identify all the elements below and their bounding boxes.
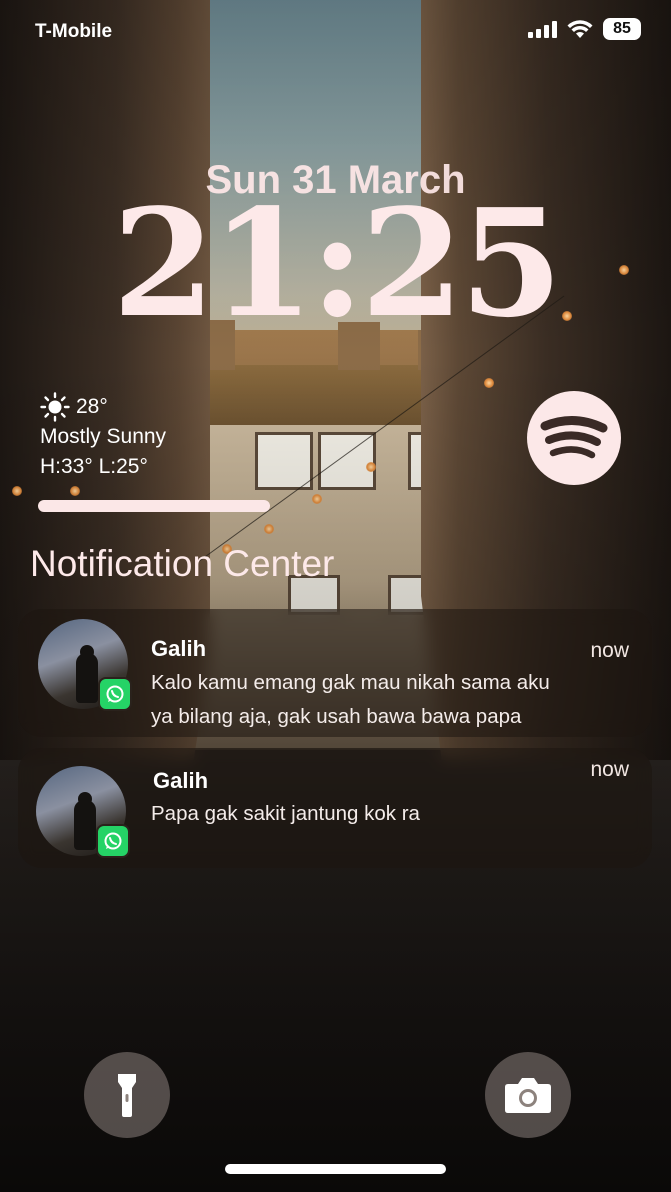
lock-screen-time: 21:25 [112, 176, 563, 350]
home-indicator[interactable] [225, 1164, 446, 1174]
camera-icon [505, 1078, 551, 1113]
notification-card[interactable]: Galih now Papa gak sakit jantung kok ra [18, 748, 652, 868]
weather-high-low: H:33° L:25° [40, 455, 148, 478]
notification-time: now [590, 758, 629, 781]
message-line: Kalo kamu emang gak mau nikah sama aku [151, 671, 550, 694]
whatsapp-icon [96, 824, 130, 858]
cellular-signal-icon [528, 20, 557, 38]
wifi-icon [567, 20, 593, 38]
sender-avatar [38, 619, 132, 711]
widget-progress-bar [38, 500, 270, 512]
weather-temperature: 28° [76, 395, 108, 418]
notification-card[interactable]: Galih now Kalo kamu emang gak mau nikah … [18, 609, 652, 737]
notification-time: now [590, 639, 629, 662]
flashlight-button[interactable] [84, 1052, 170, 1138]
weather-widget[interactable]: 28° Mostly Sunny H:33° L:25° [40, 392, 166, 482]
notification-center-title: Notification Center [30, 543, 335, 584]
camera-button[interactable] [485, 1052, 571, 1138]
spotify-widget[interactable] [527, 391, 621, 485]
weather-condition: Mostly Sunny [40, 425, 167, 448]
battery-indicator: 85 [603, 18, 641, 40]
flashlight-icon [118, 1074, 136, 1117]
whatsapp-icon [98, 677, 132, 711]
notification-message: Papa gak sakit jantung kok ra [151, 797, 631, 831]
notification-message: Kalo kamu emang gak mau nikah sama aku y… [151, 666, 631, 734]
spotify-icon [540, 416, 608, 459]
sun-icon [40, 392, 70, 422]
sender-avatar [36, 766, 130, 858]
carrier-label: T-Mobile [35, 21, 113, 42]
notification-sender: Galih [153, 768, 209, 793]
status-icons: 85 [528, 18, 641, 40]
message-line: Papa gak sakit jantung kok ra [151, 802, 420, 825]
message-line: ya bilang aja, gak usah bawa bawa papa [151, 705, 522, 728]
notification-sender: Galih [151, 636, 207, 661]
